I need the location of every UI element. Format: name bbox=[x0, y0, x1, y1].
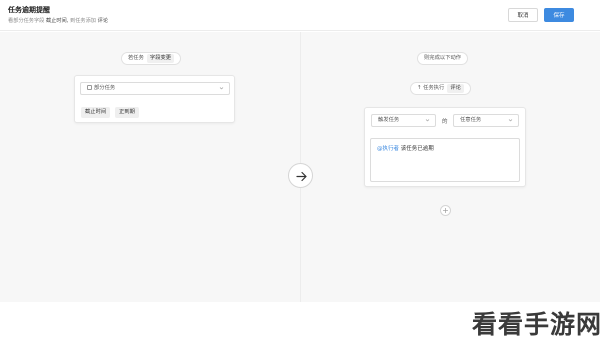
trigger-card: 部分任务 截止时间 正到期 bbox=[74, 75, 235, 123]
task-scope-value: 部分任务 bbox=[94, 85, 116, 91]
action-exec-label: 任务执行 bbox=[423, 85, 445, 91]
add-action-button[interactable]: + bbox=[440, 205, 451, 216]
task-scope-select[interactable]: 部分任务 bbox=[80, 82, 230, 95]
trigger-when-label: 若任务 bbox=[128, 55, 144, 61]
subtitle-end: 评论 bbox=[97, 18, 109, 24]
target-task-select[interactable]: 任意任务 bbox=[453, 114, 519, 127]
chevron-down-icon bbox=[219, 87, 224, 90]
watermark: 看看手游网 bbox=[472, 310, 600, 339]
trigger-task-select[interactable]: 触发任务 bbox=[371, 114, 436, 127]
trigger-task-value: 触发任务 bbox=[378, 117, 400, 123]
action-header-pill: 则完成以下动作 bbox=[417, 52, 469, 65]
comment-textarea[interactable]: @执行者 该任务已逾期 bbox=[370, 138, 520, 182]
chevron-down-icon bbox=[425, 119, 430, 122]
task-icon bbox=[87, 85, 92, 90]
save-button[interactable]: 保存 bbox=[544, 8, 574, 22]
mention-assignee[interactable]: @执行者 bbox=[377, 146, 399, 152]
target-task-value: 任意任务 bbox=[460, 117, 482, 123]
trigger-when-tag: 字段变更 bbox=[146, 54, 175, 63]
comment-text: 该任务已逾期 bbox=[400, 146, 434, 152]
subtitle-field: 截止时间, bbox=[45, 18, 69, 24]
cancel-button[interactable]: 取消 bbox=[508, 8, 538, 22]
header-bar: 任务逾期提醒 看部分任务字段 截止时间, 到任务添加 评论 取消 保存 bbox=[0, 0, 600, 31]
field-chip-deadline[interactable]: 截止时间 bbox=[81, 107, 111, 118]
action-exec-tag: 评论 bbox=[447, 84, 464, 93]
field-chip-due[interactable]: 正到期 bbox=[115, 107, 139, 118]
subtitle-suffix: 到任务添加 bbox=[70, 18, 96, 24]
action-type-icon: ↑ bbox=[417, 85, 422, 91]
chevron-down-icon bbox=[508, 119, 513, 122]
action-type-pill[interactable]: ↑ 任务执行 评论 bbox=[410, 82, 471, 95]
of-label: 的 bbox=[442, 119, 448, 125]
arrow-right-icon bbox=[288, 163, 313, 188]
page-title: 任务逾期提醒 bbox=[8, 6, 50, 14]
trigger-condition-pill[interactable]: 若任务 字段变更 bbox=[121, 52, 182, 65]
page-subtitle: 看部分任务字段 截止时间, 到任务添加 评论 bbox=[8, 17, 108, 24]
subtitle-prefix: 看部分任务字段 bbox=[8, 18, 45, 24]
